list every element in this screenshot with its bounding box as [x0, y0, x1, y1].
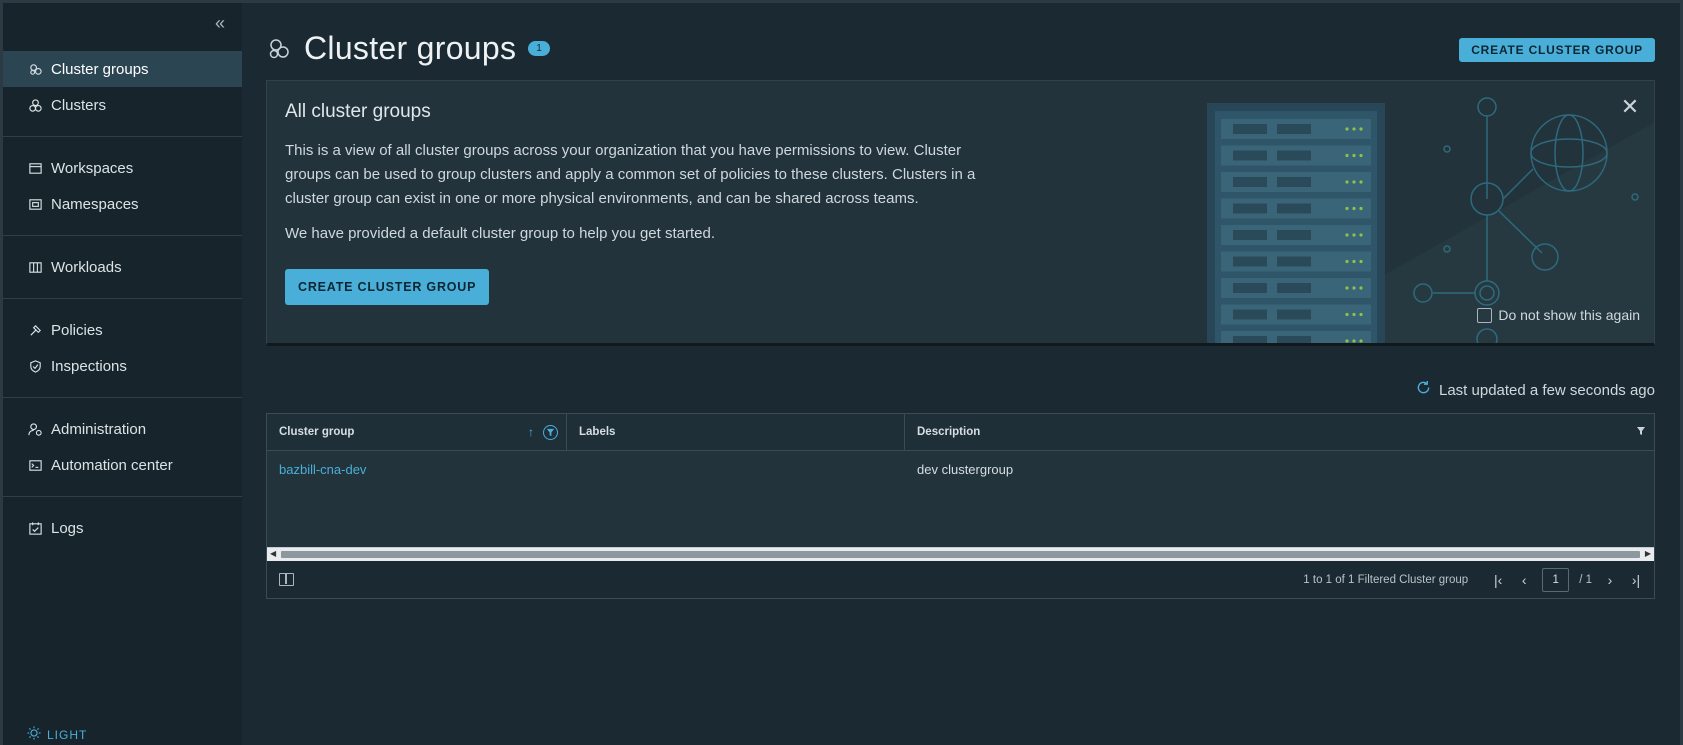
sidebar-divider: [3, 136, 242, 137]
logs-icon: [27, 520, 43, 536]
sidebar-item-label: Cluster groups: [51, 60, 149, 78]
datagrid-header: Cluster group ↑ Labels Description: [267, 414, 1654, 451]
do-not-show-label: Do not show this again: [1498, 307, 1640, 323]
sidebar-item-administration[interactable]: Administration: [3, 411, 242, 447]
sidebar-item-logs[interactable]: Logs: [3, 510, 242, 546]
sidebar-item-namespaces[interactable]: Namespaces: [3, 186, 242, 222]
column-header-description[interactable]: Description: [905, 414, 1654, 450]
page-title: Cluster groups: [304, 30, 517, 66]
close-icon[interactable]: ✕: [1620, 96, 1640, 118]
collapse-sidebar-icon[interactable]: «: [210, 13, 230, 33]
theme-toggle[interactable]: LIGHT: [27, 726, 87, 743]
sidebar-item-inspections[interactable]: Inspections: [3, 348, 242, 384]
sort-ascending-icon[interactable]: ↑: [528, 425, 534, 439]
administration-icon: [27, 421, 43, 437]
sun-icon: [27, 726, 41, 743]
table-row: bazbill-cna-dev dev clustergroup: [267, 451, 1654, 487]
banner-description: This is a view of all cluster groups acr…: [285, 142, 976, 207]
sidebar-item-label: Workspaces: [51, 159, 134, 177]
sidebar-divider: [3, 496, 242, 497]
sidebar-item-cluster-groups[interactable]: Cluster groups: [3, 51, 242, 87]
last-updated-text: Last updated a few seconds ago: [1439, 381, 1655, 399]
sidebar-divider: [3, 235, 242, 236]
scrollbar-thumb[interactable]: [281, 551, 1640, 558]
cluster-groups-icon: [27, 61, 43, 77]
sidebar-item-label: Inspections: [51, 357, 127, 375]
automation-icon: [27, 457, 43, 473]
sidebar-nav: Cluster groups Clusters Workspaces Names…: [3, 51, 242, 546]
filter-icon[interactable]: [1636, 426, 1646, 439]
datagrid-body: bazbill-cna-dev dev clustergroup: [267, 451, 1654, 547]
page-header: Cluster groups 1: [266, 30, 550, 67]
cluster-groups-icon: [266, 36, 292, 62]
cluster-group-link[interactable]: bazbill-cna-dev: [267, 462, 567, 477]
sidebar-item-workloads[interactable]: Workloads: [3, 249, 242, 285]
horizontal-scrollbar[interactable]: ◀ ▶: [267, 547, 1654, 561]
sidebar-item-label: Clusters: [51, 96, 107, 114]
sidebar-item-label: Administration: [51, 420, 147, 438]
first-page-icon[interactable]: |‹: [1490, 572, 1506, 588]
total-pages: / 1: [1579, 573, 1592, 586]
sidebar-divider: [3, 397, 242, 398]
sidebar-item-workspaces[interactable]: Workspaces: [3, 150, 242, 186]
column-toggle-icon[interactable]: [279, 573, 294, 586]
banner-description-secondary: We have provided a default cluster group…: [285, 225, 715, 242]
pagination: 1 to 1 of 1 Filtered Cluster group |‹ ‹ …: [1303, 567, 1644, 592]
column-header-cluster-group[interactable]: Cluster group ↑: [267, 414, 567, 450]
namespaces-icon: [27, 196, 43, 212]
previous-page-icon[interactable]: ‹: [1516, 572, 1532, 588]
banner-title: All cluster groups: [285, 101, 431, 122]
filter-icon[interactable]: [543, 424, 558, 440]
last-page-icon[interactable]: ›|: [1628, 572, 1644, 588]
column-header-label: Description: [917, 426, 981, 438]
do-not-show-checkbox[interactable]: [1477, 307, 1493, 323]
pagination-summary: 1 to 1 of 1 Filtered Cluster group: [1303, 573, 1469, 586]
sidebar-item-automation-center[interactable]: Automation center: [3, 447, 242, 483]
scroll-right-icon[interactable]: ▶: [1645, 549, 1651, 558]
main-content: Cluster groups 1 CREATE CLUSTER GROUP Al…: [242, 0, 1683, 745]
sidebar: « Cluster groups Clusters Workspaces Nam…: [0, 0, 242, 745]
create-cluster-group-button[interactable]: CREATE CLUSTER GROUP: [1459, 38, 1655, 62]
next-page-icon[interactable]: ›: [1602, 572, 1618, 588]
datagrid-footer: 1 to 1 of 1 Filtered Cluster group |‹ ‹ …: [267, 561, 1654, 598]
inspections-icon: [27, 358, 43, 374]
workspaces-icon: [27, 160, 43, 176]
sidebar-divider: [3, 298, 242, 299]
description-cell: dev clustergroup: [917, 461, 1014, 477]
theme-toggle-label: LIGHT: [47, 727, 88, 742]
workloads-icon: [27, 259, 43, 275]
cluster-groups-datagrid: Cluster group ↑ Labels Description bazbi…: [266, 413, 1655, 599]
sidebar-item-clusters[interactable]: Clusters: [3, 87, 242, 123]
info-banner: All cluster groups This is a view of all…: [266, 80, 1655, 346]
clusters-icon: [27, 97, 43, 113]
do-not-show-again[interactable]: Do not show this again: [1477, 307, 1640, 323]
policies-icon: [27, 322, 43, 338]
sidebar-item-label: Policies: [51, 321, 103, 339]
sidebar-item-label: Namespaces: [51, 195, 139, 213]
sidebar-item-label: Workloads: [51, 258, 122, 276]
refresh-icon[interactable]: [1416, 380, 1431, 400]
sidebar-item-policies[interactable]: Policies: [3, 312, 242, 348]
last-updated-status: Last updated a few seconds ago: [1416, 380, 1655, 400]
page-number-input[interactable]: [1542, 567, 1570, 592]
column-header-label: Labels: [579, 426, 616, 438]
scroll-left-icon[interactable]: ◀: [270, 549, 276, 558]
banner-create-cluster-group-button[interactable]: CREATE CLUSTER GROUP: [285, 269, 490, 305]
sidebar-item-label: Automation center: [51, 456, 173, 474]
column-header-label: Cluster group: [279, 426, 355, 438]
column-header-labels[interactable]: Labels: [567, 414, 905, 450]
count-badge: 1: [528, 41, 550, 56]
sidebar-item-label: Logs: [51, 519, 84, 537]
